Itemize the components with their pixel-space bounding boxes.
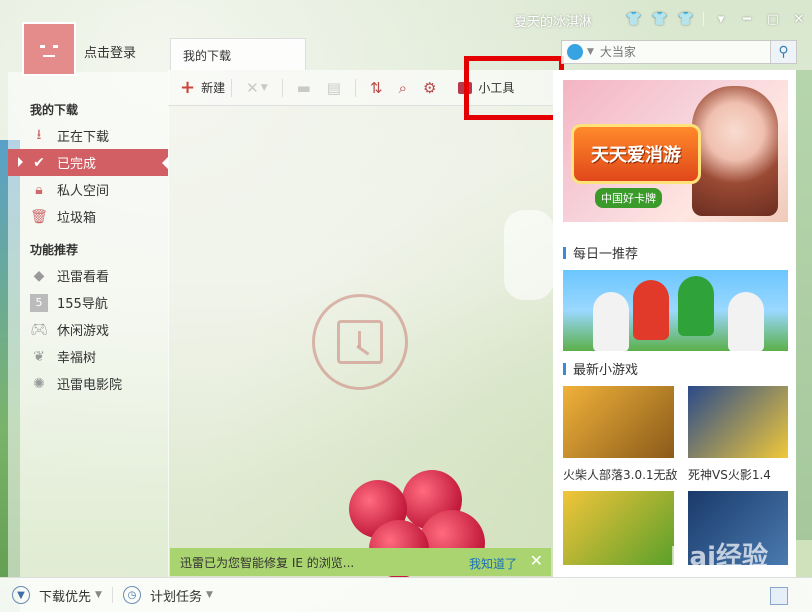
username[interactable]: 夏天的冰淇淋 <box>514 11 592 30</box>
scrollbar[interactable] <box>796 70 812 577</box>
avatar[interactable] <box>22 22 76 76</box>
tab-my-downloads[interactable]: 我的下载 <box>170 38 306 70</box>
close-icon[interactable]: ✕ <box>786 6 812 32</box>
notification-message: 迅雷已为您智能修复 IE 的浏览... <box>180 555 355 570</box>
close-icon[interactable]: ✕ <box>530 551 543 570</box>
sidebar-item-xunlei-kankan[interactable]: ◆ 迅雷看看 <box>8 262 168 289</box>
trash-icon: 🗑︎ <box>30 208 48 225</box>
banner-portrait <box>692 86 778 216</box>
watermark: Bai经验 <box>669 542 768 572</box>
game-thumb-3[interactable] <box>563 491 674 565</box>
search-icon[interactable]: ⌕ <box>399 79 407 97</box>
banner-subtitle: 中国好卡牌 <box>595 188 662 208</box>
section-title-my-downloads: 我的下载 <box>30 103 79 117</box>
file-icon[interactable]: ▤ <box>327 79 341 97</box>
search-input[interactable] <box>599 45 760 59</box>
sidebar-item-cinema[interactable]: ✺ 迅雷电影院 <box>8 370 168 397</box>
skin-icon[interactable]: 👕 <box>621 6 647 32</box>
game-thumb-2[interactable] <box>688 386 788 458</box>
search-engine-icon[interactable] <box>567 44 583 60</box>
status-bar: ▼ 下载优先 ▼ ◷ 计划任务 ▼ <box>0 577 812 612</box>
menu-icon[interactable]: ▾ <box>708 6 734 32</box>
sidebar-item-happy-tree[interactable]: ❦ 幸福树 <box>8 343 168 370</box>
game-label-2[interactable]: 死神VS火影1.4 <box>688 466 771 483</box>
login-link[interactable]: 点击登录 <box>84 42 136 61</box>
sidebar-item-downloading[interactable]: ⭳ 正在下载 <box>8 122 168 149</box>
skin-icon[interactable]: 👕 <box>647 6 673 32</box>
maximize-icon[interactable]: ▢ <box>760 6 786 32</box>
chevron-down-icon[interactable]: ▼ <box>261 83 268 93</box>
search-box: ▼ ⚲ <box>561 40 797 64</box>
sidebar: 我的下载 ⭳ 正在下载 ✔ 已完成 🔒︎ 私人空间 🗑︎ 垃圾箱 功能推荐 ◆ … <box>8 72 168 577</box>
priority-icon: ▼ <box>12 586 30 604</box>
gamepad-icon: 🎮︎ <box>30 321 48 338</box>
section-daily: 每日一推荐 <box>563 243 638 262</box>
notification-bar: 迅雷已为您智能修复 IE 的浏览... 我知道了 ✕ <box>170 548 551 576</box>
chevron-down-icon[interactable]: ▼ <box>587 47 594 57</box>
banner-logo: 天天爱消游 <box>571 124 701 184</box>
scheduled-tasks-button[interactable]: 计划任务 <box>150 586 202 605</box>
clock-icon: ◷ <box>122 586 141 604</box>
empty-clock-icon <box>312 294 408 390</box>
check-icon: ✔ <box>33 154 45 171</box>
lock-icon: 🔒︎ <box>35 181 43 198</box>
game-thumb-1[interactable] <box>563 386 674 458</box>
sidebar-item-casual-games[interactable]: 🎮︎ 休闲游戏 <box>8 316 168 343</box>
sort-icon[interactable]: ⇅ <box>370 79 383 97</box>
folder-icon[interactable]: ▬ <box>297 79 311 97</box>
skin-icon[interactable]: 👕 <box>673 6 699 32</box>
game-label-1[interactable]: 火柴人部落3.0.1无敌 <box>563 466 678 483</box>
delete-icon[interactable]: ✕ <box>246 79 259 97</box>
chevron-down-icon[interactable]: ▼ <box>95 590 102 600</box>
highlight-box <box>464 56 564 120</box>
section-games: 最新小游戏 <box>563 359 638 378</box>
sidebar-item-trash[interactable]: 🗑︎ 垃圾箱 <box>8 203 168 230</box>
gear-icon[interactable]: ⚙ <box>423 79 436 97</box>
film-icon: ✺ <box>33 375 45 392</box>
new-task-button[interactable]: + 新建 <box>180 75 225 101</box>
minimize-icon[interactable]: ━ <box>734 6 760 32</box>
daily-recommend-image[interactable] <box>563 270 788 351</box>
sidebar-item-completed[interactable]: ✔ 已完成 <box>8 149 168 176</box>
title-bar: 夏天的冰淇淋 👕 👕 👕 ▾ ━ ▢ ✕ <box>0 0 812 38</box>
chevron-down-icon[interactable]: ▼ <box>206 590 213 600</box>
sidebar-item-155-nav[interactable]: 5 155导航 <box>8 289 168 316</box>
face-icon <box>40 45 58 57</box>
download-priority-button[interactable]: 下载优先 <box>39 586 91 605</box>
download-icon: ⭳ <box>36 126 42 143</box>
section-title-features: 功能推荐 <box>30 243 79 257</box>
leaf-icon: ❦ <box>33 348 45 365</box>
nav-155-icon: 5 <box>30 293 48 312</box>
got-it-link[interactable]: 我知道了 <box>469 555 517 572</box>
plus-icon: + <box>180 77 196 98</box>
floating-window-icon[interactable] <box>770 587 788 605</box>
shield-icon: ◆ <box>33 267 45 284</box>
sidebar-item-private[interactable]: 🔒︎ 私人空间 <box>8 176 168 203</box>
search-icon[interactable]: ⚲ <box>770 41 796 63</box>
promo-banner[interactable]: 天天爱消游 中国好卡牌 <box>563 80 788 222</box>
